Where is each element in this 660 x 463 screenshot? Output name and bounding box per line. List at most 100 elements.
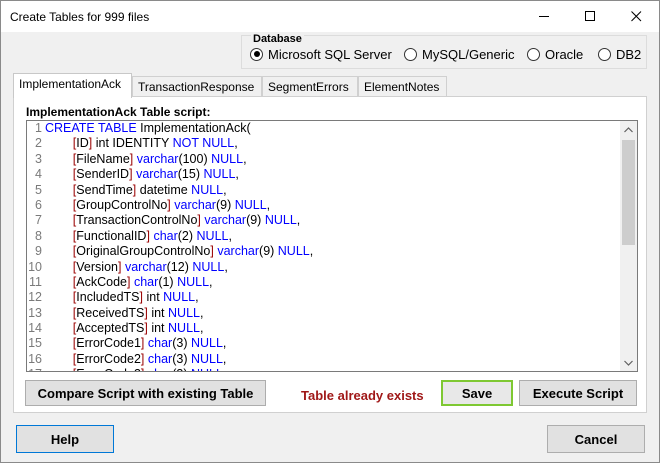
sql-text: FunctionalID <box>76 228 147 243</box>
line-number: 9 <box>35 244 42 259</box>
minimize-icon <box>538 16 549 17</box>
sql-text: , <box>195 290 199 305</box>
title-bar[interactable]: Create Tables for 999 files <box>1 1 659 32</box>
line-text: [TransactionControlNo] varchar(9) NULL, <box>45 213 621 228</box>
sql-keyword: NULL <box>211 151 244 166</box>
script-line: 11 [AckCode] char(1) NULL, <box>27 275 621 290</box>
sql-text: , <box>235 167 239 182</box>
sql-text: int <box>147 321 169 336</box>
sql-text: (3) <box>172 336 191 351</box>
script-line: 8 [FunctionalID] char(2) NULL, <box>27 229 621 244</box>
tab-segmenterrors[interactable]: SegmentErrors <box>262 76 358 96</box>
sql-text: TransactionControlNo <box>76 213 198 228</box>
line-number: 7 <box>35 213 42 228</box>
sql-text: ImplementationAck( <box>140 121 251 135</box>
radio-mysql[interactable]: MySQL/Generic <box>404 45 514 63</box>
tab-implementationack[interactable]: ImplementationAck <box>13 73 132 98</box>
radio-oracle[interactable]: Oracle <box>527 45 583 63</box>
script-line: 1 CREATE TABLE ImplementationAck( <box>27 121 621 136</box>
sql-text: (3) <box>172 351 191 366</box>
compare-script-button[interactable]: Compare Script with existing Table <box>25 380 266 406</box>
tab-transactionresponse[interactable]: TransactionResponse <box>132 76 262 96</box>
line-text: [ReceivedTS] int NULL, <box>45 306 621 321</box>
radio-db2-label: DB2 <box>616 46 642 62</box>
sql-text: SenderID <box>76 167 130 182</box>
script-editor[interactable]: 1 CREATE TABLE ImplementationAck(2 [ID] i… <box>26 120 638 372</box>
radio-mysql-label: MySQL/Generic <box>422 46 515 62</box>
script-line: 9 [OriginalGroupControlNo] varchar(9) NU… <box>27 244 621 259</box>
sql-text: SendTime <box>76 182 133 197</box>
sql-keyword: NULL <box>177 274 210 289</box>
minimize-button[interactable] <box>521 1 567 32</box>
script-line: 16 [ErrorCode2] char(3) NULL, <box>27 352 621 367</box>
vertical-scrollbar[interactable] <box>620 121 637 371</box>
line-text: [ErrorCode2] char(3) NULL, <box>45 352 621 367</box>
line-number: 11 <box>29 274 42 289</box>
window-title: Create Tables for 999 files <box>10 10 150 24</box>
sql-text: , <box>199 305 204 320</box>
sql-text: , <box>223 182 227 197</box>
sql-text: ID <box>76 136 89 151</box>
script-line: 4 [SenderID] varchar(15) NULL, <box>27 167 621 182</box>
sql-keyword: varchar <box>124 259 167 274</box>
sql-text: , <box>222 351 227 366</box>
sql-keyword: NULL <box>203 167 236 182</box>
save-button[interactable]: Save <box>441 380 513 406</box>
radio-mssql[interactable]: Microsoft SQL Server <box>250 45 392 63</box>
sql-text: , <box>223 367 226 371</box>
scroll-thumb[interactable] <box>622 140 635 245</box>
sql-keyword: char <box>147 336 173 351</box>
sql-keyword: char <box>133 274 159 289</box>
execute-script-button[interactable]: Execute Script <box>519 380 637 406</box>
scroll-up-button[interactable] <box>620 121 637 138</box>
line-number: 17 <box>27 367 45 371</box>
line-number: 14 <box>28 321 42 336</box>
line-number: 13 <box>28 305 42 320</box>
sql-keyword: NULL <box>264 213 297 228</box>
line-text: [SendTime] datetime NULL, <box>45 183 621 198</box>
script-code[interactable]: 1 CREATE TABLE ImplementationAck(2 [ID] i… <box>27 121 621 371</box>
sql-text: OriginalGroupControlNo <box>76 244 211 259</box>
radio-oracle-indicator[interactable] <box>527 47 540 61</box>
sql-text: AcceptedTS <box>76 321 145 336</box>
sql-text: (1) <box>158 274 178 289</box>
sql-keyword: CREATE TABLE <box>45 121 141 135</box>
radio-mssql-label: Microsoft SQL Server <box>268 46 392 62</box>
line-number: 16 <box>28 351 42 366</box>
line-text: [ErrorCode1] char(3) NULL, <box>45 336 621 351</box>
close-button[interactable] <box>613 1 659 32</box>
radio-db2[interactable]: DB2 <box>598 45 641 63</box>
close-icon <box>630 11 641 22</box>
radio-db2-indicator[interactable] <box>598 47 611 61</box>
sql-text: (2) <box>177 228 197 243</box>
script-line: 6 [GroupControlNo] varchar(9) NULL, <box>27 198 621 213</box>
line-number: 10 <box>28 259 42 274</box>
sql-keyword: varchar <box>174 197 216 212</box>
scroll-down-button[interactable] <box>620 354 637 371</box>
sql-text: (100) <box>178 151 212 166</box>
script-line: 13 [ReceivedTS] int NULL, <box>27 306 621 321</box>
help-button[interactable]: Help <box>16 425 114 453</box>
line-text: [SenderID] varchar(15) NULL, <box>45 167 621 182</box>
line-text: [ID] int IDENTITY NOT NULL, <box>45 136 621 151</box>
maximize-button[interactable] <box>567 1 613 32</box>
radio-mysql-indicator[interactable] <box>404 47 417 61</box>
sql-keyword: NOT NULL <box>172 136 235 151</box>
script-line: 15 [ErrorCode1] char(3) NULL, <box>27 336 621 351</box>
sql-text: , <box>228 228 232 243</box>
tab-elementnotes[interactable]: ElementNotes <box>358 76 447 96</box>
cancel-button[interactable]: Cancel <box>547 425 645 453</box>
radio-mssql-indicator[interactable] <box>250 47 263 61</box>
sql-keyword: char <box>147 351 173 366</box>
sql-text: ErrorCode3 <box>76 367 141 371</box>
line-number: 1 <box>35 121 42 135</box>
sql-keyword: NULL <box>190 351 223 366</box>
